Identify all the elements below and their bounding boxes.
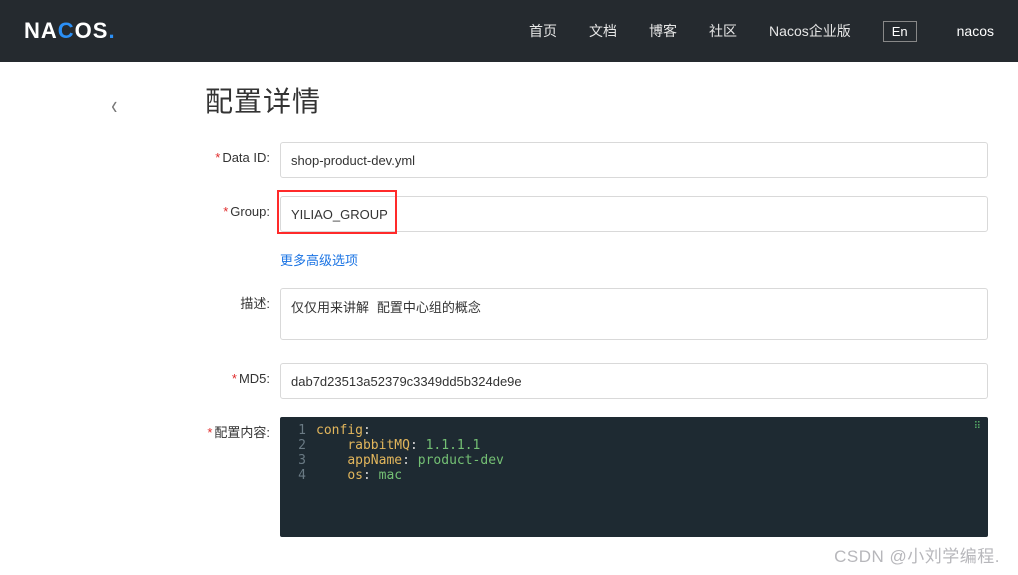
code-editor[interactable]: ⠿ 1config:2 rabbitMQ: 1.1.1.13 appName: … — [280, 417, 988, 537]
row-content: *配置内容: ⠿ 1config:2 rabbitMQ: 1.1.1.13 ap… — [205, 417, 988, 537]
row-desc: 描述: — [205, 288, 988, 345]
nav-community[interactable]: 社区 — [709, 21, 737, 41]
label-desc: 描述: — [205, 288, 270, 313]
row-advanced: 更多高级选项 — [205, 250, 988, 270]
main-content: 配置详情 *Data ID: *Group: 更多高级选项 描述: *MD5: … — [175, 62, 1018, 575]
input-data-id[interactable] — [280, 142, 988, 178]
code-line: 1config: — [280, 423, 988, 438]
textarea-desc[interactable] — [280, 288, 988, 340]
back-button[interactable]: ‹ — [111, 90, 117, 121]
code-toolbar-icon[interactable]: ⠿ — [974, 421, 982, 432]
nav-blog[interactable]: 博客 — [649, 21, 677, 41]
input-md5[interactable] — [280, 363, 988, 399]
nacos-logo: NACOS. — [24, 18, 116, 44]
top-header: NACOS. 首页 文档 博客 社区 Nacos企业版 En nacos — [0, 0, 1018, 62]
code-line: 4 os: mac — [280, 468, 988, 483]
label-md5: *MD5: — [205, 363, 270, 388]
nav-enterprise[interactable]: Nacos企业版 — [769, 21, 851, 41]
code-line: 3 appName: product-dev — [280, 453, 988, 468]
code-line: 2 rabbitMQ: 1.1.1.1 — [280, 438, 988, 453]
label-content: *配置内容: — [205, 417, 270, 442]
left-gutter: ‹ — [0, 62, 175, 575]
row-group: *Group: — [205, 196, 988, 232]
input-group[interactable] — [280, 196, 988, 232]
row-md5: *MD5: — [205, 363, 988, 399]
nav-home[interactable]: 首页 — [529, 21, 557, 41]
label-group: *Group: — [205, 196, 270, 221]
user-menu[interactable]: nacos — [957, 23, 994, 39]
language-switch[interactable]: En — [883, 21, 917, 42]
nav-docs[interactable]: 文档 — [589, 21, 617, 41]
page-title: 配置详情 — [205, 80, 988, 120]
row-data-id: *Data ID: — [205, 142, 988, 178]
label-data-id: *Data ID: — [205, 142, 270, 167]
advanced-options-link[interactable]: 更多高级选项 — [280, 250, 358, 269]
top-nav: 首页 文档 博客 社区 Nacos企业版 En nacos — [529, 21, 994, 42]
